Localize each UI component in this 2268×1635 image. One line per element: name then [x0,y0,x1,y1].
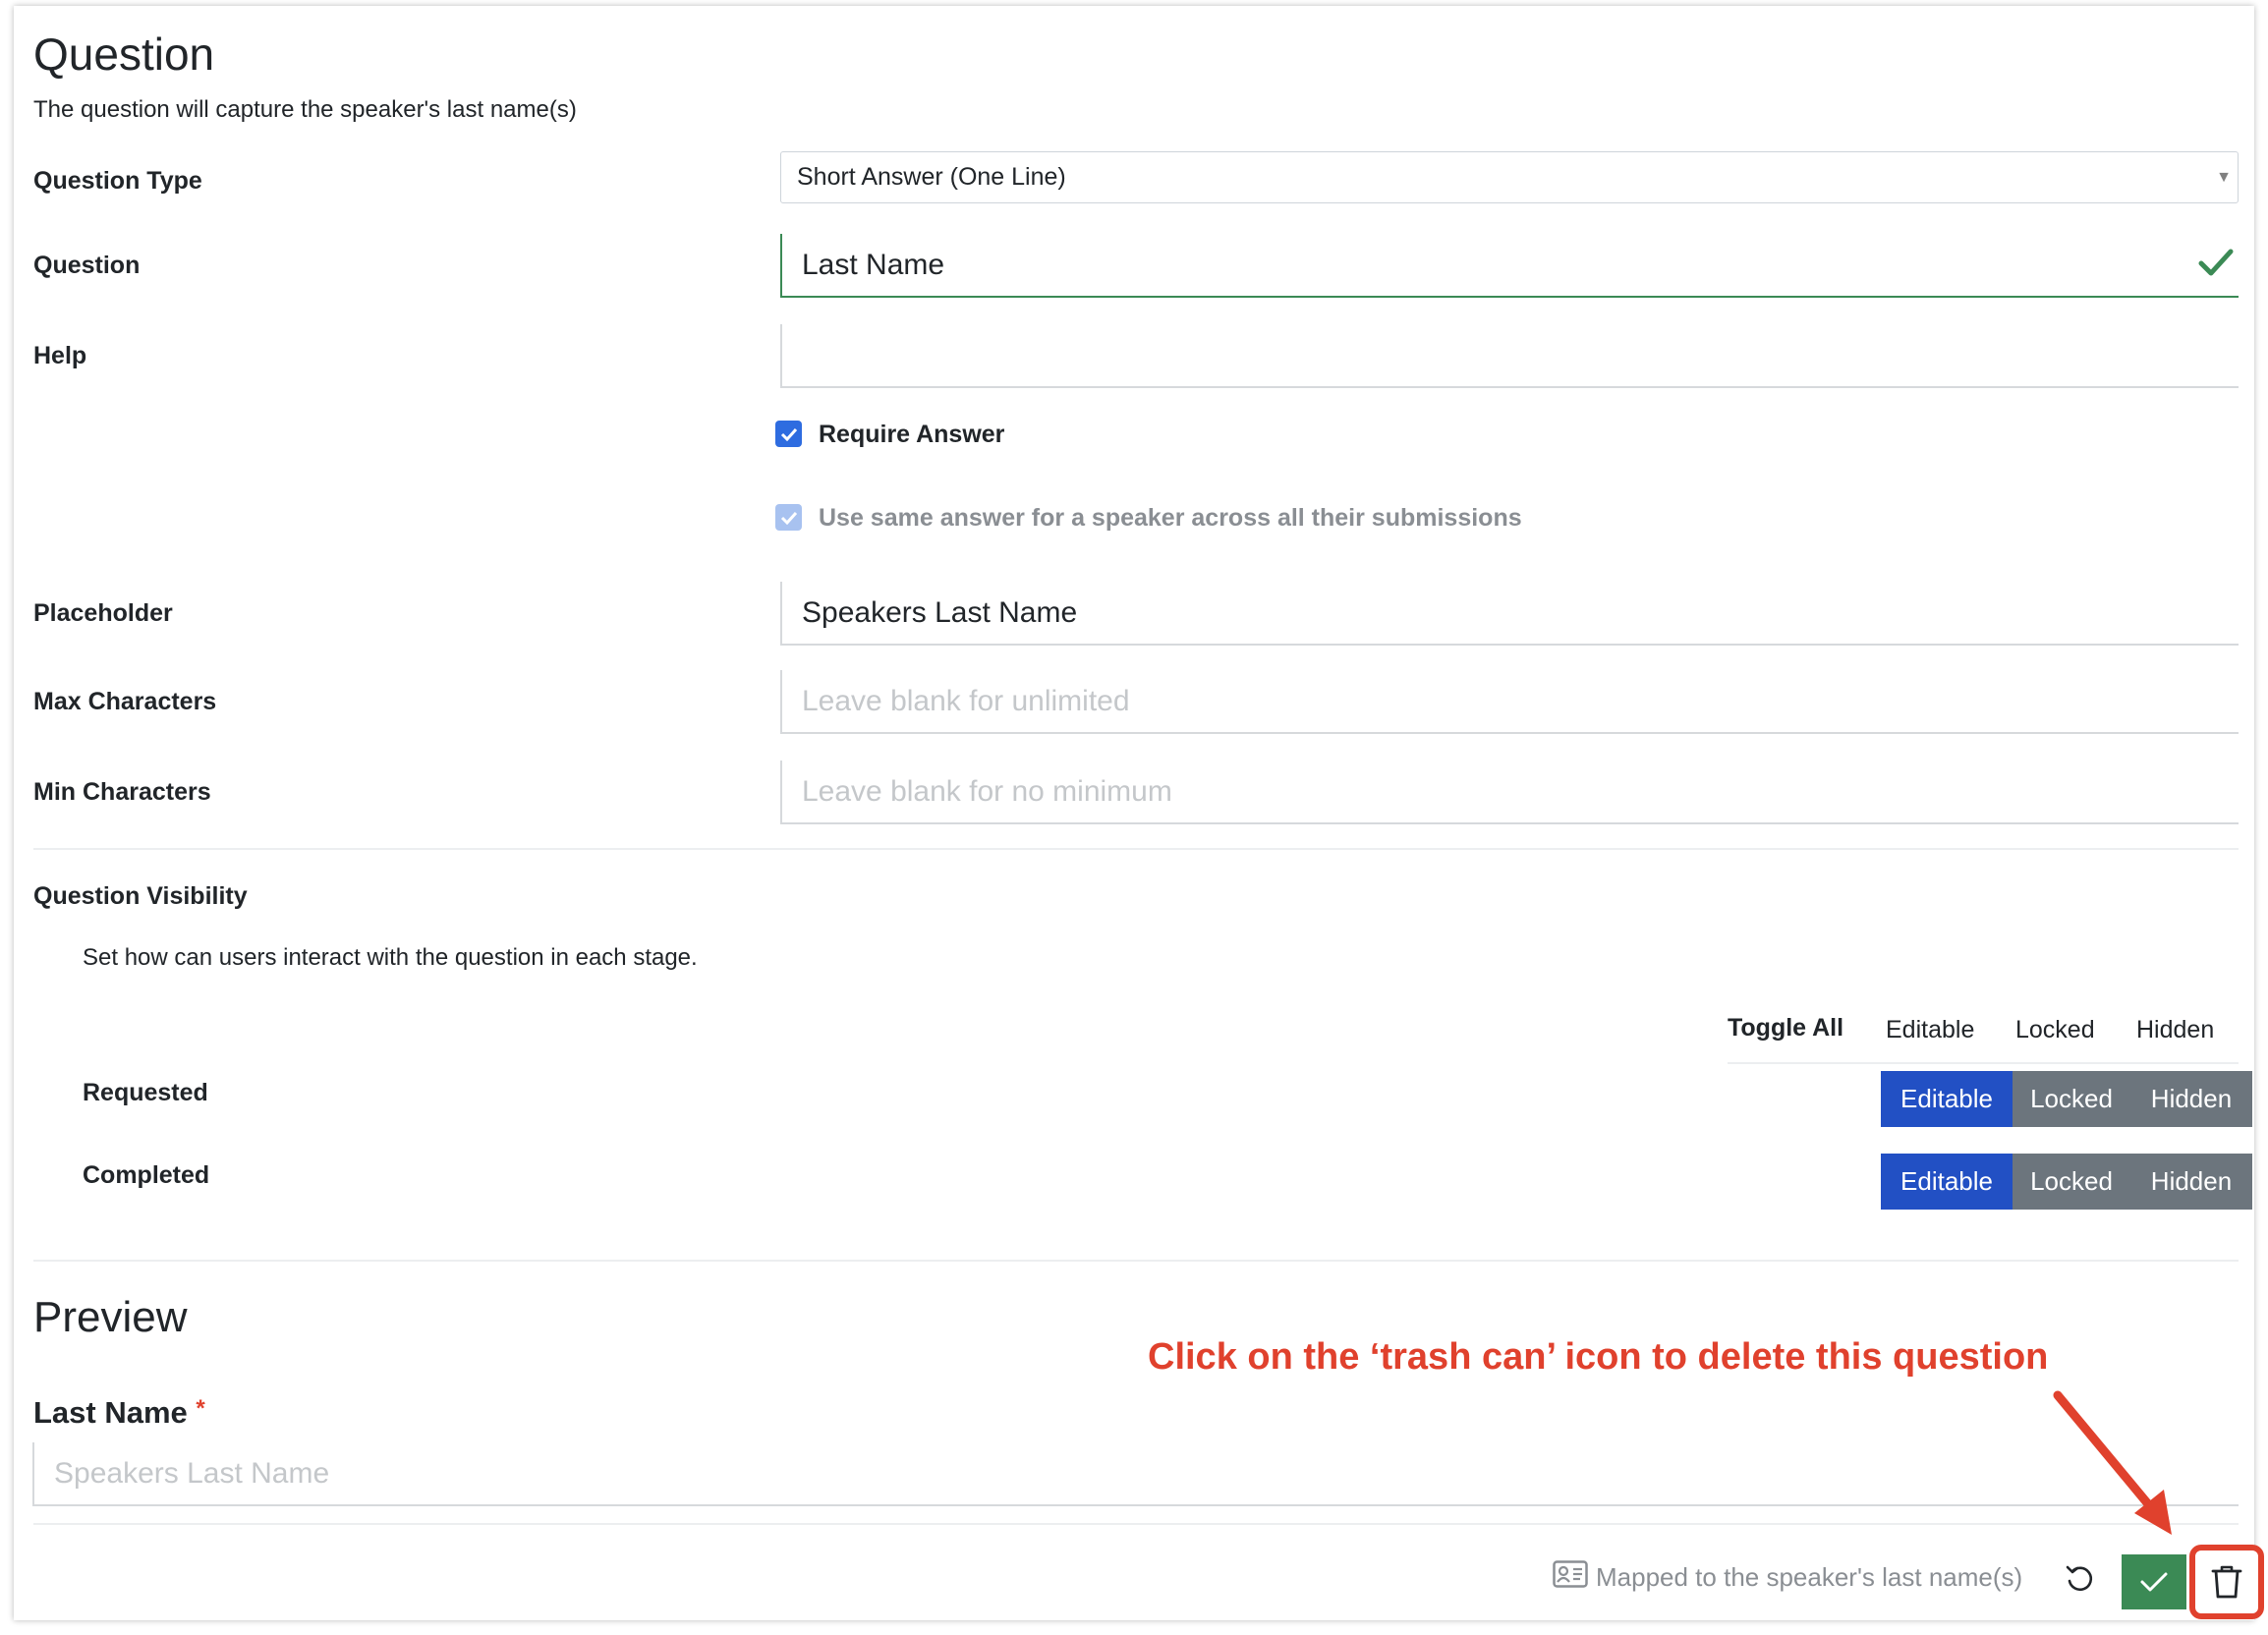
toggle-all-editable[interactable]: Editable [1886,1016,1974,1044]
requested-locked-button[interactable]: Locked [2013,1071,2130,1127]
same-answer-label: Use same answer for a speaker across all… [819,504,1522,532]
page-description: The question will capture the speaker's … [33,96,577,123]
check-icon [2140,1572,2168,1592]
valid-check-icon [2198,249,2234,276]
min-characters-input[interactable] [780,761,2239,824]
page-title: Question [33,28,215,80]
required-marker: * [196,1395,205,1422]
question-type-value: Short Answer (One Line) [797,163,1066,191]
placeholder-label: Placeholder [33,599,173,627]
checkbox-check-icon [780,511,797,525]
stage-completed-label: Completed [83,1161,210,1189]
min-characters-label: Min Characters [33,778,211,806]
visibility-description: Set how can users interact with the ques… [83,944,698,971]
trash-icon [2211,1565,2242,1599]
max-characters-label: Max Characters [33,688,217,715]
completed-editable-button[interactable]: Editable [1881,1154,2013,1210]
help-input[interactable] [780,324,2239,388]
annotation-arrow-icon [2053,1390,2172,1535]
save-button[interactable] [2122,1554,2186,1609]
undo-button[interactable] [2058,1556,2103,1602]
annotation-text: Click on the ‘trash can’ icon to delete … [1148,1336,2049,1378]
stage-requested-label: Requested [83,1079,208,1106]
toggle-all-hidden[interactable]: Hidden [2136,1016,2214,1044]
question-label: Question [33,252,141,279]
checkbox-check-icon [780,427,797,441]
toggle-all-locked[interactable]: Locked [2015,1016,2095,1044]
preview-field-label-text: Last Name [33,1395,188,1430]
question-input[interactable] [780,234,2239,298]
completed-hidden-button[interactable]: Hidden [2130,1154,2252,1210]
section-divider [33,848,2239,850]
question-editor-card: Question The question will capture the s… [14,6,2264,1620]
same-answer-checkbox[interactable] [775,504,802,531]
requested-hidden-button[interactable]: Hidden [2130,1071,2252,1127]
preview-divider [33,1260,2239,1262]
contact-card-icon [1553,1560,1588,1588]
requested-editable-button[interactable]: Editable [1881,1071,2013,1127]
mapping-text: Mapped to the speaker's last name(s) [1596,1562,2023,1592]
requested-visibility-group: Editable Locked Hidden [1881,1071,2252,1127]
preview-last-name-input[interactable] [32,1442,2239,1506]
completed-visibility-group: Editable Locked Hidden [1881,1154,2252,1210]
require-answer-label: Require Answer [819,421,1005,448]
visibility-title: Question Visibility [33,882,248,910]
placeholder-input[interactable] [780,582,2239,646]
undo-icon [2066,1565,2093,1592]
question-type-label: Question Type [33,167,202,195]
toggle-all-label: Toggle All [1728,1014,1844,1042]
delete-question-button[interactable] [2189,1545,2264,1619]
preview-title: Preview [33,1293,188,1341]
max-characters-input[interactable] [780,670,2239,734]
footer-divider [33,1523,2239,1525]
require-answer-checkbox[interactable] [775,421,802,447]
preview-field-label: Last Name * [33,1395,205,1431]
completed-locked-button[interactable]: Locked [2013,1154,2130,1210]
visibility-header-divider [1728,1062,2239,1064]
question-type-select[interactable]: Short Answer (One Line) ▼ [780,151,2239,203]
chevron-down-icon: ▼ [2216,169,2232,186]
help-label: Help [33,342,87,369]
